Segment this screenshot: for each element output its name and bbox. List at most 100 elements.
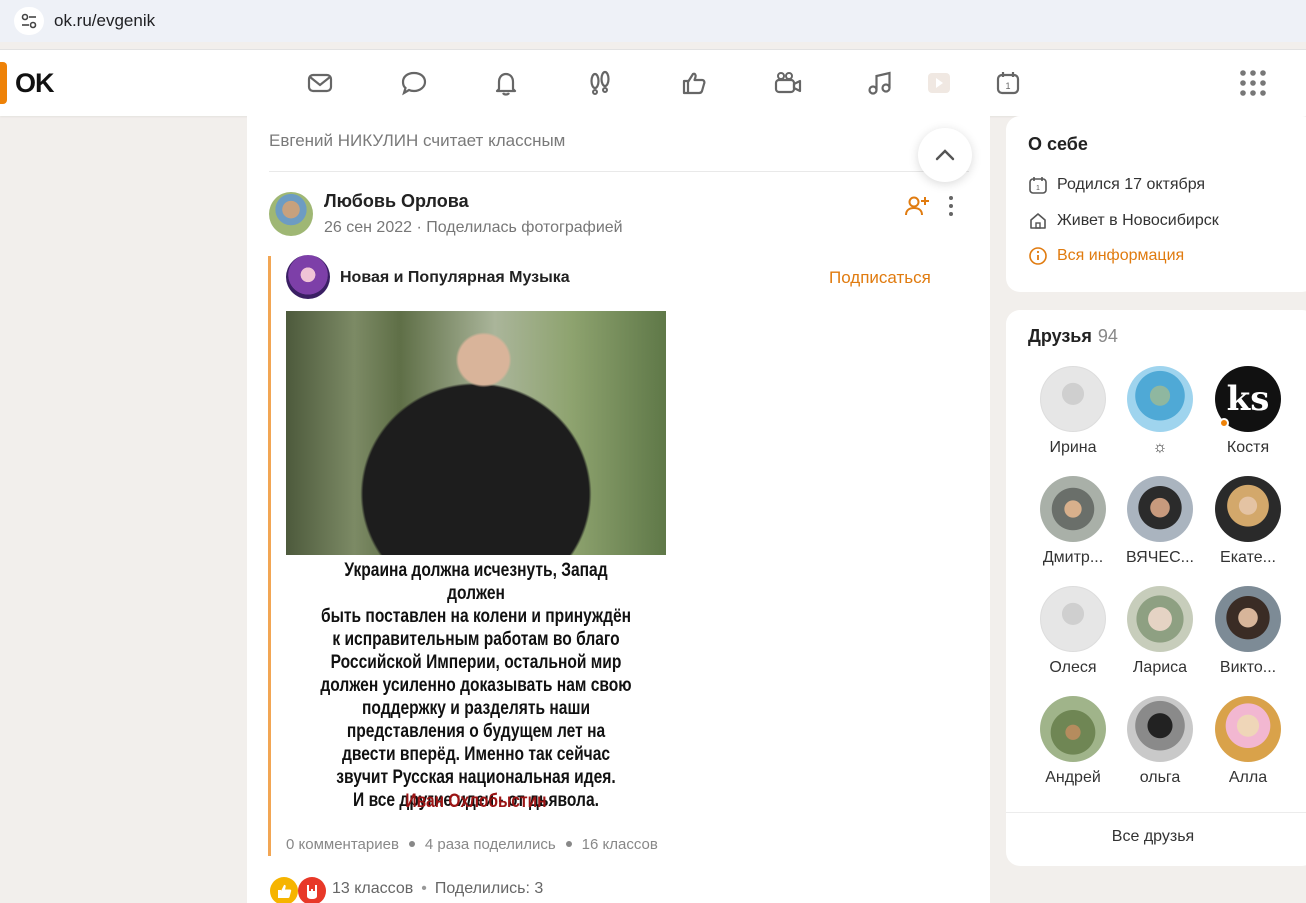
discussions-icon[interactable] [396, 65, 432, 101]
friend-avatar-text: ks [1226, 379, 1270, 419]
all-info-link[interactable]: Вся информация [1057, 247, 1184, 265]
feed-column: Евгений НИКУЛИН считает классным Любовь … [247, 116, 990, 903]
home-icon [1030, 213, 1046, 229]
birthday-text: Родился 17 октября [1057, 176, 1206, 193]
friend-avatar [1127, 366, 1193, 432]
friend-name: Ирина [1049, 439, 1097, 456]
shares-count[interactable]: 4 раза поделились [425, 836, 556, 853]
ok-logo[interactable]: OK [15, 68, 54, 99]
friend-item[interactable]: Андрей [1029, 696, 1117, 787]
group-avatar[interactable] [286, 255, 330, 299]
friend-name: Дмитр... [1042, 549, 1104, 566]
friend-item[interactable]: ks Костя [1204, 366, 1292, 457]
location-row: Живет в Новосибирск [1028, 211, 1219, 231]
chevron-up-icon [935, 149, 955, 161]
friend-avatar [1040, 476, 1106, 542]
quote-line: должен усиленно доказывать нам свою [320, 675, 632, 696]
apps-grid-icon[interactable] [1238, 68, 1268, 98]
rock-reaction-icon[interactable] [298, 877, 326, 903]
video-icon[interactable] [920, 65, 956, 101]
footer-shared[interactable]: Поделились: 3 [435, 880, 543, 897]
friend-item[interactable]: Дмитр... [1029, 476, 1117, 567]
post-meta: 26 сен 2022 · Поделилась фотографией [324, 219, 623, 236]
group-name[interactable]: Новая и Популярная Музыка [340, 269, 570, 287]
calendar-icon[interactable]: 1 [990, 65, 1026, 101]
like-reaction-icon[interactable] [270, 877, 298, 903]
birthday-row: 1 Родился 17 октября [1028, 175, 1205, 195]
logo-accent [0, 62, 7, 104]
site-settings-icon[interactable] [14, 7, 44, 35]
friend-avatar [1040, 696, 1106, 762]
quote-text: Украина должна исчезнуть, Запад должен бы… [320, 559, 632, 812]
friends-card: Друзья 94 Ирина ☼ ks Костя Дмитр... ВЯЧЕС… [1006, 310, 1306, 866]
friend-name: Викто... [1219, 659, 1277, 676]
quote-line: звучит Русская национальная идея. [336, 767, 616, 788]
friend-avatar [1215, 696, 1281, 762]
friend-item[interactable]: ольга [1116, 696, 1204, 787]
all-info-row[interactable]: Вся информация [1028, 246, 1184, 266]
friend-name: Екате... [1220, 549, 1276, 566]
friends-title-text: Друзья [1028, 326, 1092, 346]
friend-avatar [1215, 476, 1281, 542]
friend-name: ВЯЧЕС... [1126, 549, 1194, 566]
all-friends-button[interactable]: Все друзья [1006, 828, 1306, 846]
friend-name: Лариса [1132, 659, 1188, 676]
scroll-up-button[interactable] [918, 128, 972, 182]
friend-name: Алла [1228, 769, 1268, 786]
video-call-icon[interactable] [770, 65, 806, 101]
quote-author: Иван Охлобыстин [405, 791, 547, 812]
quote-line: Украина должна исчезнуть, Запад должен [344, 560, 608, 604]
friend-item[interactable]: ☼ [1116, 366, 1204, 457]
notifications-icon[interactable] [488, 65, 524, 101]
quote-line: двести вперёд. Именно так сейчас [341, 744, 611, 765]
divider [269, 171, 969, 172]
svg-text:1: 1 [1005, 81, 1010, 91]
location-text: Живет в Новосибирск [1057, 212, 1219, 229]
friend-item[interactable]: Алла [1204, 696, 1292, 787]
music-icon[interactable] [862, 65, 898, 101]
author-avatar[interactable] [269, 192, 313, 236]
classes-count[interactable]: 16 классов [582, 836, 658, 853]
comments-count[interactable]: 0 комментариев [286, 836, 399, 853]
likes-icon[interactable] [676, 65, 712, 101]
quote-line: быть поставлен на колени и принуждён [320, 606, 632, 627]
friend-item[interactable]: ВЯЧЕС... [1116, 476, 1204, 567]
friend-item[interactable]: Екате... [1204, 476, 1292, 567]
friend-name: Олеся [1049, 659, 1097, 676]
messages-icon[interactable] [302, 65, 338, 101]
browser-address-bar: ok.ru/evgenik [0, 0, 1306, 42]
calendar-icon: 1 [1029, 177, 1047, 194]
friend-avatar [1040, 586, 1106, 652]
info-icon [1029, 247, 1047, 265]
footer-classes[interactable]: 13 классов [332, 880, 413, 897]
post-stats: 0 комментариев 4 раза поделились 16 классо… [286, 836, 658, 853]
friend-name: ольга [1139, 769, 1181, 786]
author-name[interactable]: Любовь Орлова [324, 191, 469, 212]
add-friend-icon[interactable] [904, 194, 930, 218]
friends-title[interactable]: Друзья 94 [1028, 326, 1118, 347]
friend-name: ☼ [1152, 439, 1168, 456]
quote-line: представления о будущем лет на [346, 721, 606, 742]
more-options-icon[interactable] [944, 194, 958, 218]
friend-avatar [1215, 586, 1281, 652]
post-image[interactable]: Украина должна исчезнуть, Запад должен бы… [286, 311, 666, 821]
friend-avatar: ks [1215, 366, 1281, 432]
svg-text:1: 1 [1036, 185, 1040, 192]
friend-avatar [1127, 476, 1193, 542]
top-navigation: OK 1 [0, 50, 1306, 116]
separator-dot [565, 841, 572, 848]
separator-dot [408, 841, 415, 848]
post-photo [286, 311, 666, 555]
friend-item[interactable]: Ирина [1029, 366, 1117, 457]
guests-icon[interactable] [582, 65, 618, 101]
post-footer: 13 классов • Поделились: 3 [332, 880, 544, 897]
repost-indicator [268, 256, 271, 856]
url-field[interactable]: ok.ru/evgenik [54, 11, 155, 31]
feed-activity-header: Евгений НИКУЛИН считает классным [269, 131, 566, 150]
friend-avatar [1127, 586, 1193, 652]
subscribe-button[interactable]: Подписаться [829, 268, 931, 288]
friend-item[interactable]: Лариса [1116, 586, 1204, 677]
friend-item[interactable]: Олеся [1029, 586, 1117, 677]
online-indicator [1219, 418, 1229, 428]
friend-item[interactable]: Викто... [1204, 586, 1292, 677]
